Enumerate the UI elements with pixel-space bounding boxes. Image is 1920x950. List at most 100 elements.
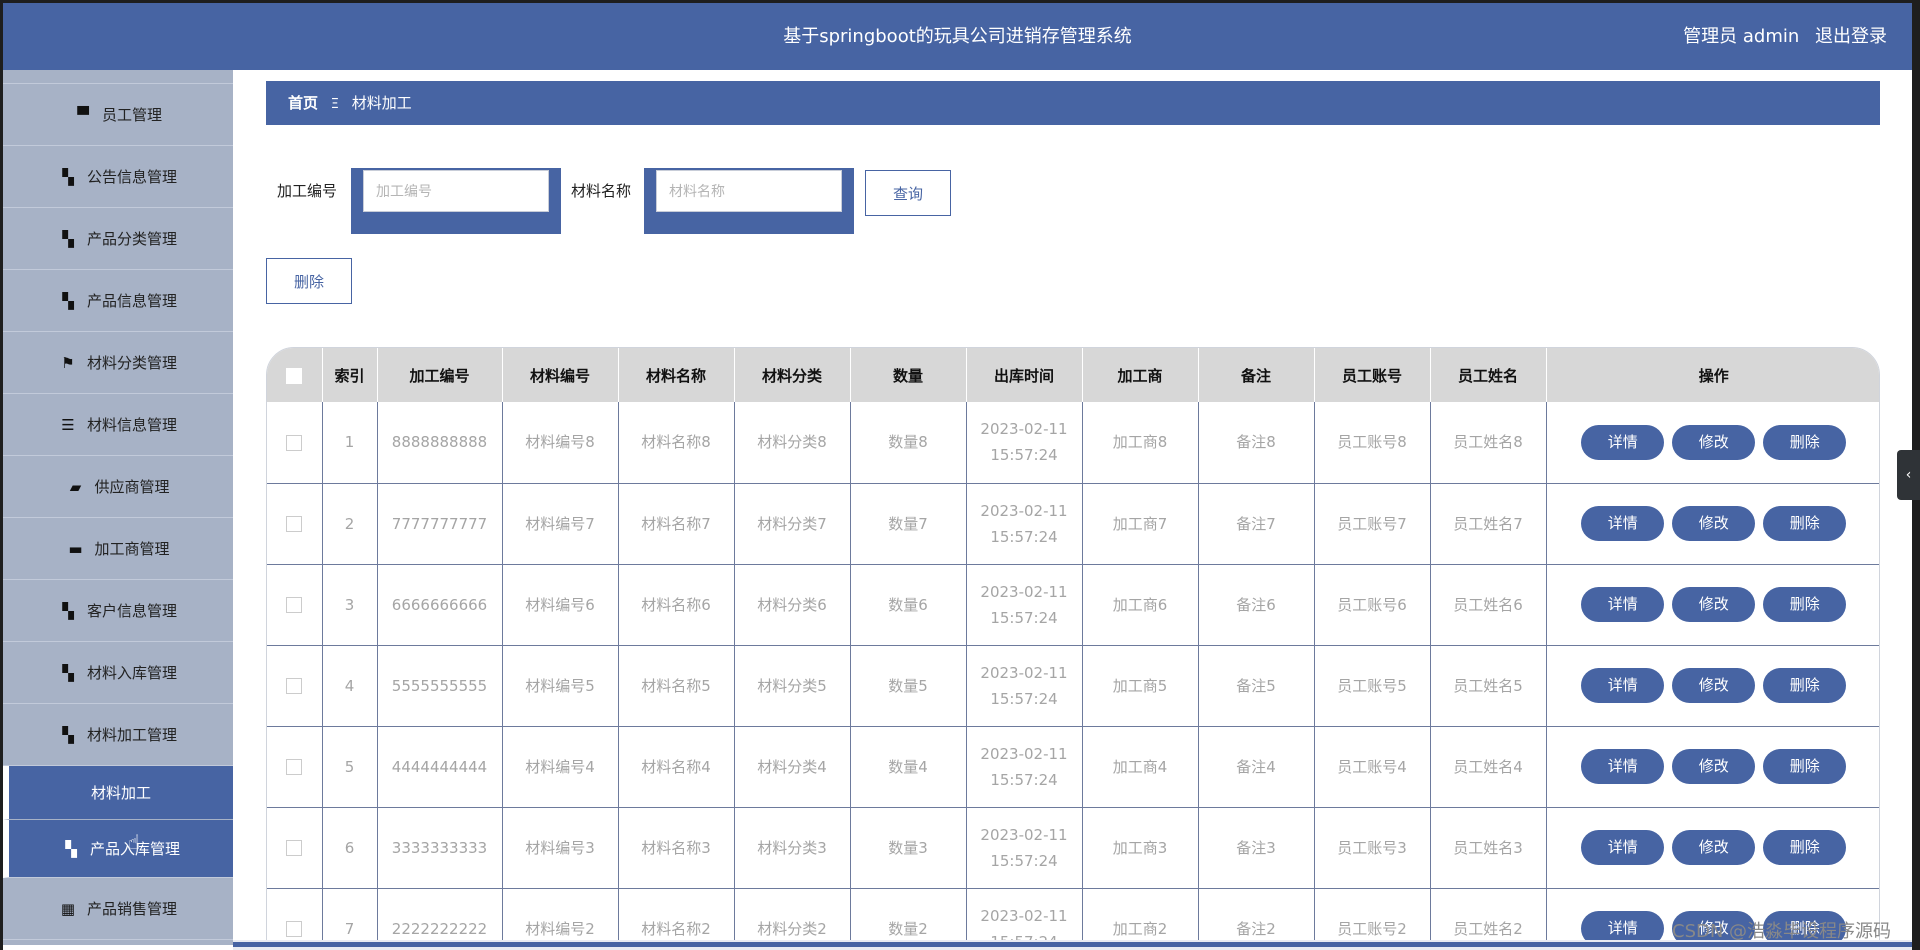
horizontal-scrollbar[interactable] [233, 940, 1912, 950]
select-all-checkbox[interactable] [286, 367, 303, 384]
breadcrumb-home[interactable]: 首页 [288, 94, 318, 112]
grid-icon: ▚ [62, 725, 74, 744]
sidebar-item-label: 材料入库管理 [86, 664, 177, 682]
column-header: 数量 [850, 348, 967, 402]
row-select-cell [267, 564, 323, 646]
cell-mat-cat: 材料分类5 [734, 645, 851, 727]
edit-button[interactable]: 修改 [1672, 587, 1756, 622]
detail-button[interactable]: 详情 [1581, 587, 1665, 622]
cell-emp-name: 员工姓名5 [1430, 645, 1547, 727]
column-header: 员工姓名 [1430, 348, 1547, 402]
detail-button[interactable]: 详情 [1581, 668, 1665, 703]
detail-button[interactable]: 详情 [1581, 830, 1665, 865]
code-search-input[interactable] [363, 170, 549, 212]
edit-button[interactable]: 修改 [1672, 424, 1756, 460]
logout-link[interactable]: 退出登录 [1815, 26, 1887, 47]
sidebar-item[interactable]: ▚ 产品入库管理 [3, 820, 233, 878]
edit-button[interactable]: 修改 [1672, 830, 1756, 865]
cell-qty: 数量5 [850, 645, 967, 727]
cell-time: 15:57:24 [990, 527, 1058, 546]
edit-button[interactable]: 修改 [1672, 506, 1756, 541]
cell-qty: 数量6 [850, 564, 967, 646]
sidebar-item[interactable]: ▚ 产品分类管理 [3, 208, 233, 270]
sidebar-item-label: 产品信息管理 [86, 292, 177, 310]
delete-button[interactable]: 删除 [1763, 587, 1847, 622]
table-row: 4 5555555555 材料编号5 材料名称5 材料分类5 数量5 2023-02-11 1… [267, 645, 1879, 727]
edit-button[interactable]: 修改 [1672, 668, 1756, 703]
detail-button[interactable]: 详情 [1581, 749, 1665, 784]
sidebar-item-label: 公告信息管理 [86, 168, 177, 186]
edit-button[interactable]: 修改 [1672, 749, 1756, 784]
row-actions: 详情 修改 删除 [1546, 402, 1879, 484]
delete-button[interactable]: 删除 [1763, 424, 1847, 460]
row-actions: 详情 修改 删除 [1546, 564, 1879, 646]
sidebar-item[interactable]: ▰ 供应商管理 [3, 456, 233, 518]
row-select-cell [267, 402, 323, 484]
sidebar-item[interactable]: ☰ 材料信息管理 [3, 394, 233, 456]
grid-icon: ▚ [65, 839, 77, 858]
sidebar-item-label: 客户信息管理 [86, 602, 177, 620]
cell-index: 5 [322, 726, 378, 808]
scrollbar-thumb[interactable] [233, 942, 1912, 947]
name-search-input[interactable] [656, 170, 842, 212]
row-checkbox[interactable] [286, 678, 303, 694]
sidebar-item[interactable]: ▚ 公告信息管理 [3, 146, 233, 208]
cell-code: 3333333333 [377, 807, 503, 889]
row-checkbox[interactable] [286, 921, 303, 937]
sidebar-item[interactable]: ▚ 材料加工管理 [3, 704, 233, 766]
sidebar-item[interactable]: ▚ 客户信息管理 [3, 580, 233, 642]
column-header: 操作 [1546, 348, 1879, 402]
cell-account: 员工账号3 [1314, 807, 1431, 889]
cell-code: 7777777777 [377, 483, 503, 565]
data-table: 索引 加工编号 材料编号 材料名称 材料分类 数量 出库时间 加工商 备注 员工账号 员工姓名 操作 … [267, 348, 1879, 949]
delete-button[interactable]: 删除 [1763, 668, 1847, 703]
row-checkbox[interactable] [286, 759, 303, 775]
cell-index: 3 [322, 564, 378, 646]
cell-mat-cat: 材料分类6 [734, 564, 851, 646]
cell-emp-name: 员工姓名7 [1430, 483, 1547, 565]
sidebar-item-label: 加工商管理 [94, 540, 170, 558]
breadcrumb: 首页 Ξ 材料加工 [266, 81, 1880, 125]
row-checkbox[interactable] [286, 434, 303, 451]
query-button[interactable]: 查询 [865, 170, 951, 216]
column-header: 备注 [1198, 348, 1315, 402]
delete-button[interactable]: 删除 [1763, 749, 1847, 784]
cell-code: 6666666666 [377, 564, 503, 646]
cell-processor: 加工商7 [1082, 483, 1199, 565]
delete-button[interactable]: 删除 [1763, 506, 1847, 541]
cell-mat-cat: 材料分类7 [734, 483, 851, 565]
flag-icon: ⚑ [61, 353, 75, 372]
code-search-label: 加工编号 [277, 182, 338, 200]
row-checkbox[interactable] [286, 840, 303, 856]
sidebar-item[interactable]: ▬ 加工商管理 [3, 518, 233, 580]
cell-processor: 加工商3 [1082, 807, 1199, 889]
column-header: 材料名称 [618, 348, 735, 402]
sidebar-item[interactable]: ▚ 材料入库管理 [3, 642, 233, 704]
cell-code: 4444444444 [377, 726, 503, 808]
cell-date: 2023-02-11 [980, 906, 1068, 925]
sidebar-item[interactable]: ▦ 产品销售管理 [3, 878, 233, 940]
cell-index: 6 [322, 807, 378, 889]
row-checkbox[interactable] [286, 597, 303, 613]
cell-time: 15:57:24 [990, 770, 1058, 789]
cell-processor: 加工商8 [1082, 402, 1199, 484]
detail-button[interactable]: 详情 [1581, 506, 1665, 541]
cell-mat-name: 材料名称3 [618, 807, 735, 889]
sidebar-item[interactable]: 材料加工 [3, 766, 233, 820]
table-row: 2 7777777777 材料编号7 材料名称7 材料分类7 数量7 2023-02-11 1… [267, 483, 1879, 565]
detail-button[interactable]: 详情 [1581, 424, 1665, 460]
sidebar-item-label: 材料加工管理 [86, 726, 177, 744]
column-header: 索引 [322, 348, 378, 402]
sidebar-item[interactable]: ⚑ 材料分类管理 [3, 332, 233, 394]
sidebar-item[interactable]: ▚ 产品信息管理 [3, 270, 233, 332]
cell-note: 备注6 [1198, 564, 1315, 646]
sidebar-item-label: 供应商管理 [94, 478, 170, 496]
row-actions: 详情 修改 删除 [1546, 807, 1879, 889]
cell-note: 备注5 [1198, 645, 1315, 727]
cell-index: 2 [322, 483, 378, 565]
collapse-panel-tab[interactable]: ‹ [1897, 450, 1920, 500]
row-checkbox[interactable] [286, 516, 303, 532]
sidebar-item[interactable]: ▀ 员工管理 [3, 84, 233, 146]
batch-delete-button[interactable]: 删除 [266, 258, 352, 304]
delete-button[interactable]: 删除 [1763, 830, 1847, 865]
